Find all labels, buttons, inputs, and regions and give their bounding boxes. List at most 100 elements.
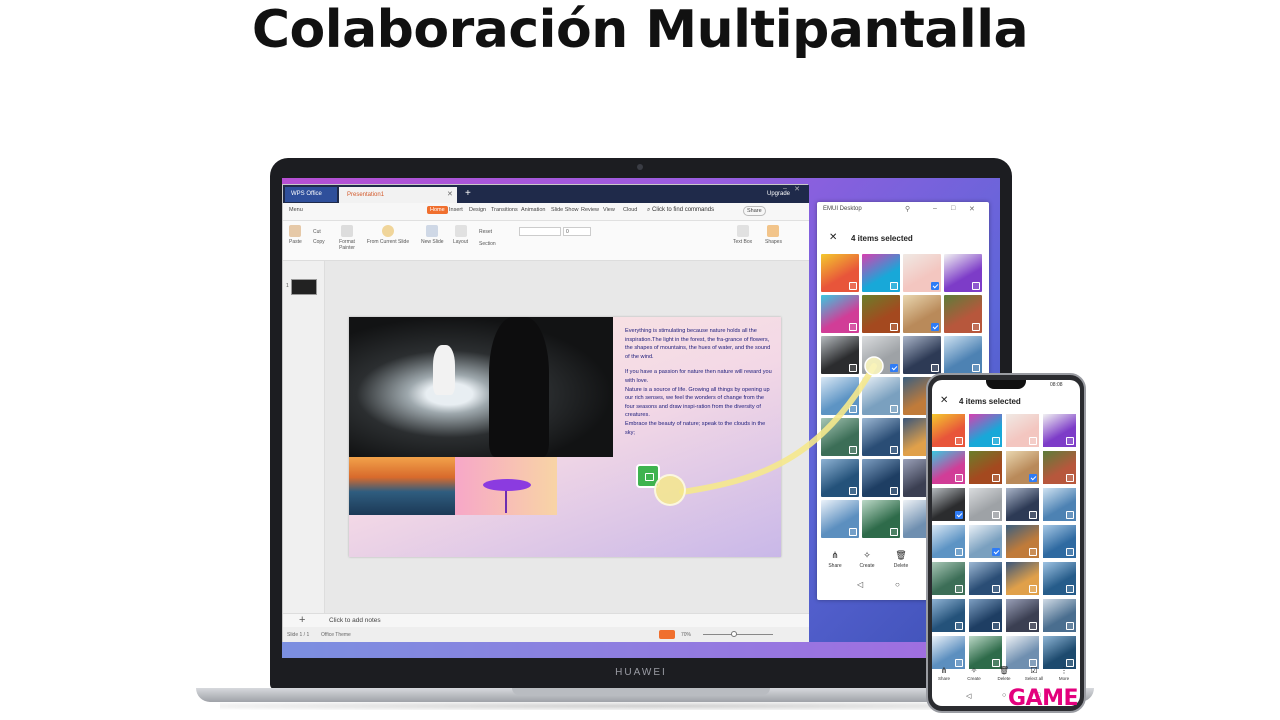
phone-photo-thumbnail[interactable] — [932, 599, 965, 632]
emui-photo-thumbnail[interactable] — [821, 459, 859, 497]
unselected-checkbox[interactable] — [1029, 622, 1037, 630]
menu-tab-animation[interactable]: Animation — [521, 207, 545, 213]
phone-photo-thumbnail[interactable] — [932, 562, 965, 595]
unselected-checkbox[interactable] — [890, 282, 898, 290]
unselected-checkbox[interactable] — [849, 282, 857, 290]
emui-photo-thumbnail[interactable] — [944, 254, 982, 292]
emui-photo-thumbnail[interactable] — [821, 418, 859, 456]
selected-checkbox[interactable] — [992, 548, 1000, 556]
unselected-checkbox[interactable] — [1029, 548, 1037, 556]
phone-photo-thumbnail[interactable] — [1006, 525, 1039, 558]
emui-photo-thumbnail[interactable] — [903, 336, 941, 374]
unselected-checkbox[interactable] — [972, 323, 980, 331]
text-box-button[interactable]: Text Box — [733, 225, 752, 245]
back-nav-icon[interactable]: ◁ — [857, 580, 863, 589]
menu-tab-slideshow[interactable]: Slide Show — [551, 207, 579, 213]
phone-photo-thumbnail[interactable] — [932, 414, 965, 447]
phone-photo-thumbnail[interactable] — [969, 525, 1002, 558]
emui-delete-button[interactable]: 🗑 Delete — [887, 550, 915, 569]
layout-button[interactable]: Layout — [453, 225, 468, 245]
phone-photo-thumbnail[interactable] — [1043, 525, 1076, 558]
emui-photo-thumbnail[interactable] — [944, 295, 982, 333]
unselected-checkbox[interactable] — [1066, 548, 1074, 556]
phone-photo-thumbnail[interactable] — [932, 488, 965, 521]
phone-photo-thumbnail[interactable] — [932, 451, 965, 484]
phone-photo-thumbnail[interactable] — [1043, 488, 1076, 521]
section-button[interactable]: Section — [479, 241, 496, 247]
purple-flower-photo[interactable] — [455, 457, 557, 515]
menu-tab-insert[interactable]: Insert — [449, 207, 463, 213]
phone-select-all-button[interactable]: ☑ Select all — [1022, 666, 1046, 681]
pin-icon[interactable]: ⚲ — [905, 205, 910, 213]
emui-photo-thumbnail[interactable] — [862, 418, 900, 456]
forest-bride-photo[interactable] — [349, 317, 613, 457]
share-button[interactable]: Share — [743, 206, 766, 216]
unselected-checkbox[interactable] — [1066, 474, 1074, 482]
shapes-button[interactable]: Shapes — [765, 225, 782, 245]
emui-photo-thumbnail[interactable] — [944, 336, 982, 374]
new-slide-button[interactable]: New Slide — [421, 225, 444, 245]
copy-button[interactable]: Copy — [313, 239, 325, 245]
phone-photo-thumbnail[interactable] — [969, 488, 1002, 521]
phone-photo-thumbnail[interactable] — [969, 636, 1002, 669]
phone-photo-thumbnail[interactable] — [1043, 562, 1076, 595]
unselected-checkbox[interactable] — [972, 364, 980, 372]
unselected-checkbox[interactable] — [849, 323, 857, 331]
phone-photo-thumbnail[interactable] — [932, 636, 965, 669]
slideshow-play-button[interactable] — [659, 630, 675, 639]
selected-checkbox[interactable] — [890, 364, 898, 372]
unselected-checkbox[interactable] — [1066, 511, 1074, 519]
font-name-select[interactable] — [519, 227, 561, 236]
unselected-checkbox[interactable] — [1029, 585, 1037, 593]
phone-home-icon[interactable]: ○ — [1002, 692, 1006, 699]
tab-presentation[interactable]: Presentation1 — [339, 187, 457, 203]
emui-photo-thumbnail[interactable] — [821, 295, 859, 333]
emui-photo-thumbnail[interactable] — [821, 377, 859, 415]
slide-thumbnail[interactable] — [291, 279, 317, 295]
unselected-checkbox[interactable] — [992, 511, 1000, 519]
unselected-checkbox[interactable] — [890, 528, 898, 536]
emui-photo-thumbnail[interactable] — [862, 500, 900, 538]
emui-maximize-icon[interactable]: □ — [951, 205, 955, 212]
emui-create-button[interactable]: ✧ Create — [853, 550, 881, 569]
unselected-checkbox[interactable] — [890, 446, 898, 454]
phone-photo-thumbnail[interactable] — [1006, 414, 1039, 447]
phone-photo-thumbnail[interactable] — [1006, 562, 1039, 595]
unselected-checkbox[interactable] — [992, 437, 1000, 445]
slide[interactable]: Everything is stimulating because nature… — [349, 317, 781, 557]
phone-photo-thumbnail[interactable] — [969, 414, 1002, 447]
paste-button[interactable]: Paste — [289, 225, 302, 245]
zoom-slider-handle[interactable] — [731, 631, 737, 637]
tab-wps-office[interactable]: WPS Office — [285, 187, 337, 202]
unselected-checkbox[interactable] — [849, 405, 857, 413]
phone-photo-thumbnail[interactable] — [1043, 414, 1076, 447]
unselected-checkbox[interactable] — [1029, 511, 1037, 519]
emui-photo-thumbnail[interactable] — [862, 377, 900, 415]
zoom-slider-track[interactable] — [703, 634, 773, 635]
emui-photo-thumbnail[interactable] — [821, 336, 859, 374]
unselected-checkbox[interactable] — [992, 622, 1000, 630]
menu-tab-transitions[interactable]: Transitions — [491, 207, 518, 213]
emui-photo-thumbnail[interactable] — [903, 254, 941, 292]
menu-tab-review[interactable]: Review — [581, 207, 599, 213]
unselected-checkbox[interactable] — [955, 548, 963, 556]
phone-photo-thumbnail[interactable] — [1006, 636, 1039, 669]
tab-close-icon[interactable]: ✕ — [447, 187, 453, 203]
unselected-checkbox[interactable] — [849, 364, 857, 372]
unselected-checkbox[interactable] — [849, 528, 857, 536]
unselected-checkbox[interactable] — [955, 622, 963, 630]
find-commands-search[interactable]: ⌕ Click to find commands — [647, 207, 714, 214]
selected-checkbox[interactable] — [955, 511, 963, 519]
unselected-checkbox[interactable] — [955, 474, 963, 482]
phone-create-button[interactable]: ✧ Create — [962, 666, 986, 681]
unselected-checkbox[interactable] — [1029, 437, 1037, 445]
phone-photo-thumbnail[interactable] — [1043, 599, 1076, 632]
phone-back-icon[interactable]: ◁ — [966, 692, 971, 700]
emui-minimize-icon[interactable]: – — [933, 205, 937, 212]
unselected-checkbox[interactable] — [955, 437, 963, 445]
home-nav-icon[interactable]: ○ — [895, 580, 900, 589]
emui-share-button[interactable]: ⋔ Share — [821, 550, 849, 569]
menu-button[interactable]: Menu — [289, 207, 303, 213]
unselected-checkbox[interactable] — [890, 323, 898, 331]
notes-pane[interactable]: + Click to add notes — [283, 613, 809, 627]
